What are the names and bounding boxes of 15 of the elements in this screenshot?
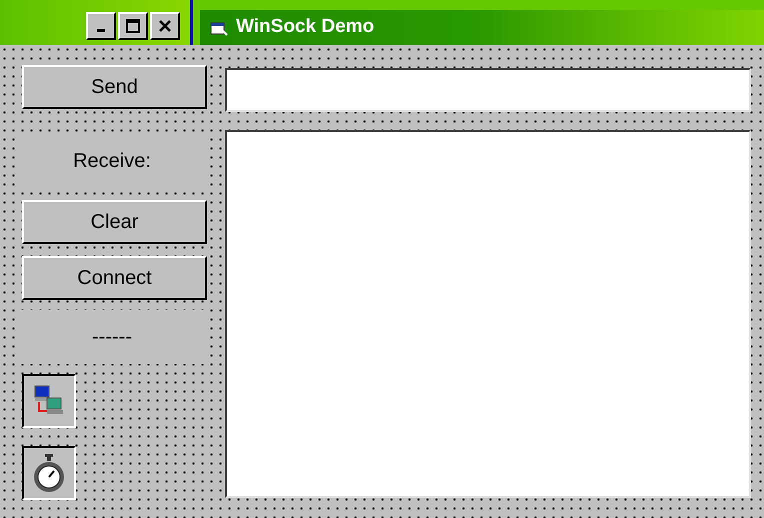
maximize-icon — [126, 18, 140, 32]
minimize-button[interactable] — [86, 12, 116, 40]
command-button[interactable]: Send — [22, 65, 207, 109]
command-button[interactable]: Clear — [22, 200, 207, 244]
timer-control[interactable] — [22, 446, 76, 500]
minimize-icon — [97, 28, 105, 32]
window-icon — [210, 20, 228, 36]
stopwatch-icon — [32, 453, 66, 493]
window-title: WinSock Demo — [236, 15, 374, 40]
network-control[interactable] — [22, 374, 76, 428]
close-icon — [158, 18, 172, 32]
close-button[interactable] — [150, 12, 180, 40]
send-field[interactable] — [225, 68, 751, 112]
maximize-button[interactable] — [118, 12, 148, 40]
command-button[interactable]: Connect — [22, 256, 207, 300]
